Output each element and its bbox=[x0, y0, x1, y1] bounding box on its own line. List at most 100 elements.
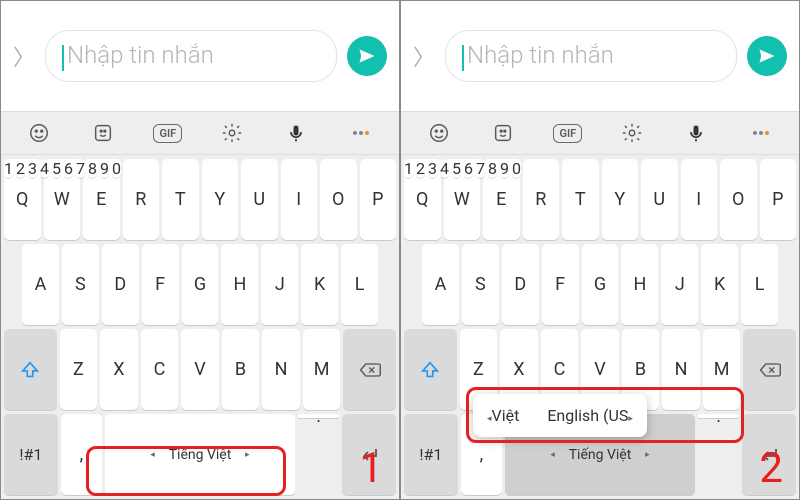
backspace-key[interactable] bbox=[343, 329, 396, 410]
key-2[interactable]: 2 bbox=[16, 159, 25, 178]
key-3[interactable]: 3 bbox=[428, 159, 437, 178]
message-placeholder: Nhập tin nhắn bbox=[467, 41, 614, 69]
key-0[interactable]: 0 bbox=[112, 159, 121, 178]
key-3[interactable]: 3 bbox=[28, 159, 37, 178]
keyboard: 1234567890QWERTYUIOPASDFGHJKLZXCVBNM!#1,… bbox=[401, 155, 799, 499]
backspace-key[interactable] bbox=[743, 329, 796, 410]
key-K[interactable]: K bbox=[701, 244, 738, 325]
key-8[interactable]: 8 bbox=[488, 159, 497, 178]
period-key[interactable]: . bbox=[298, 414, 339, 418]
key-I[interactable]: I bbox=[281, 159, 318, 240]
key-9[interactable]: 9 bbox=[500, 159, 509, 178]
key-O[interactable]: O bbox=[720, 159, 757, 240]
period-key[interactable]: . bbox=[698, 414, 739, 418]
shift-key[interactable] bbox=[404, 329, 457, 410]
key-T[interactable]: T bbox=[562, 159, 599, 240]
key-S[interactable]: S bbox=[462, 244, 499, 325]
message-placeholder: Nhập tin nhắn bbox=[67, 41, 214, 69]
key-H[interactable]: H bbox=[621, 244, 658, 325]
key-U[interactable]: U bbox=[241, 159, 278, 240]
key-Z[interactable]: Z bbox=[60, 329, 98, 410]
key-9[interactable]: 9 bbox=[100, 159, 109, 178]
settings-icon[interactable] bbox=[216, 119, 248, 147]
gif-icon[interactable]: GIF bbox=[152, 119, 184, 147]
settings-icon[interactable] bbox=[616, 119, 648, 147]
sticker-icon[interactable] bbox=[87, 119, 119, 147]
message-input-area: 〉 Nhập tin nhắn bbox=[401, 1, 799, 111]
key-A[interactable]: A bbox=[422, 244, 459, 325]
key-F[interactable]: F bbox=[542, 244, 579, 325]
key-P[interactable]: P bbox=[360, 159, 397, 240]
key-2[interactable]: 2 bbox=[416, 159, 425, 178]
key-X[interactable]: X bbox=[100, 329, 138, 410]
key-N[interactable]: N bbox=[662, 329, 700, 410]
message-input[interactable]: Nhập tin nhắn bbox=[445, 30, 737, 83]
language-switcher-popup[interactable]: ◂Việt English (US▸ bbox=[473, 394, 647, 437]
message-input-area: 〉 Nhập tin nhắn bbox=[1, 1, 399, 111]
key-I[interactable]: I bbox=[681, 159, 718, 240]
key-V[interactable]: V bbox=[181, 329, 219, 410]
key-4[interactable]: 4 bbox=[40, 159, 49, 178]
send-button[interactable] bbox=[747, 36, 787, 76]
gif-icon[interactable]: GIF bbox=[552, 119, 584, 147]
lang-option-prev[interactable]: ◂Việt bbox=[487, 406, 519, 425]
key-M[interactable]: M bbox=[703, 329, 741, 410]
key-H[interactable]: H bbox=[221, 244, 258, 325]
key-D[interactable]: D bbox=[102, 244, 139, 325]
key-J[interactable]: J bbox=[261, 244, 298, 325]
key-T[interactable]: T bbox=[162, 159, 199, 240]
key-1[interactable]: 1 bbox=[4, 159, 13, 178]
key-G[interactable]: G bbox=[182, 244, 219, 325]
key-6[interactable]: 6 bbox=[464, 159, 473, 178]
lang-option-next[interactable]: English (US▸ bbox=[547, 406, 633, 425]
send-button[interactable] bbox=[347, 36, 387, 76]
annotation-step-number: 2 bbox=[759, 444, 783, 493]
key-0[interactable]: 0 bbox=[512, 159, 521, 178]
annotation-step-number: 1 bbox=[359, 444, 383, 493]
key-1[interactable]: 1 bbox=[404, 159, 413, 178]
more-icon[interactable] bbox=[745, 119, 777, 147]
symbols-key[interactable]: !#1 bbox=[404, 414, 458, 495]
comma-key[interactable]: , bbox=[61, 414, 102, 495]
emoji-icon[interactable] bbox=[23, 119, 55, 147]
key-M[interactable]: M bbox=[303, 329, 341, 410]
key-J[interactable]: J bbox=[661, 244, 698, 325]
message-input[interactable]: Nhập tin nhắn bbox=[45, 30, 337, 83]
sticker-icon[interactable] bbox=[487, 119, 519, 147]
symbols-key[interactable]: !#1 bbox=[4, 414, 58, 495]
more-icon[interactable] bbox=[345, 119, 377, 147]
key-8[interactable]: 8 bbox=[88, 159, 97, 178]
key-S[interactable]: S bbox=[62, 244, 99, 325]
key-F[interactable]: F bbox=[142, 244, 179, 325]
key-6[interactable]: 6 bbox=[64, 159, 73, 178]
mic-icon[interactable] bbox=[280, 119, 312, 147]
key-D[interactable]: D bbox=[502, 244, 539, 325]
key-P[interactable]: P bbox=[760, 159, 797, 240]
key-7[interactable]: 7 bbox=[476, 159, 485, 178]
key-A[interactable]: A bbox=[22, 244, 59, 325]
key-4[interactable]: 4 bbox=[440, 159, 449, 178]
key-Y[interactable]: Y bbox=[202, 159, 239, 240]
key-R[interactable]: R bbox=[123, 159, 160, 240]
mic-icon[interactable] bbox=[680, 119, 712, 147]
key-L[interactable]: L bbox=[341, 244, 378, 325]
expand-icon[interactable]: 〉 bbox=[413, 40, 435, 72]
key-G[interactable]: G bbox=[582, 244, 619, 325]
key-L[interactable]: L bbox=[741, 244, 778, 325]
keyboard: 1234567890QWERTYUIOPASDFGHJKLZXCVBNM!#1,… bbox=[1, 155, 399, 499]
key-R[interactable]: R bbox=[523, 159, 560, 240]
key-C[interactable]: C bbox=[141, 329, 179, 410]
key-N[interactable]: N bbox=[262, 329, 300, 410]
shift-key[interactable] bbox=[4, 329, 57, 410]
key-7[interactable]: 7 bbox=[76, 159, 85, 178]
key-U[interactable]: U bbox=[641, 159, 678, 240]
key-5[interactable]: 5 bbox=[452, 159, 461, 178]
key-5[interactable]: 5 bbox=[52, 159, 61, 178]
spacebar-key[interactable]: ◂ Tiếng Việt ▸ bbox=[105, 414, 295, 495]
key-O[interactable]: O bbox=[320, 159, 357, 240]
key-Y[interactable]: Y bbox=[602, 159, 639, 240]
key-K[interactable]: K bbox=[301, 244, 338, 325]
emoji-icon[interactable] bbox=[423, 119, 455, 147]
expand-icon[interactable]: 〉 bbox=[13, 40, 35, 72]
key-B[interactable]: B bbox=[222, 329, 260, 410]
